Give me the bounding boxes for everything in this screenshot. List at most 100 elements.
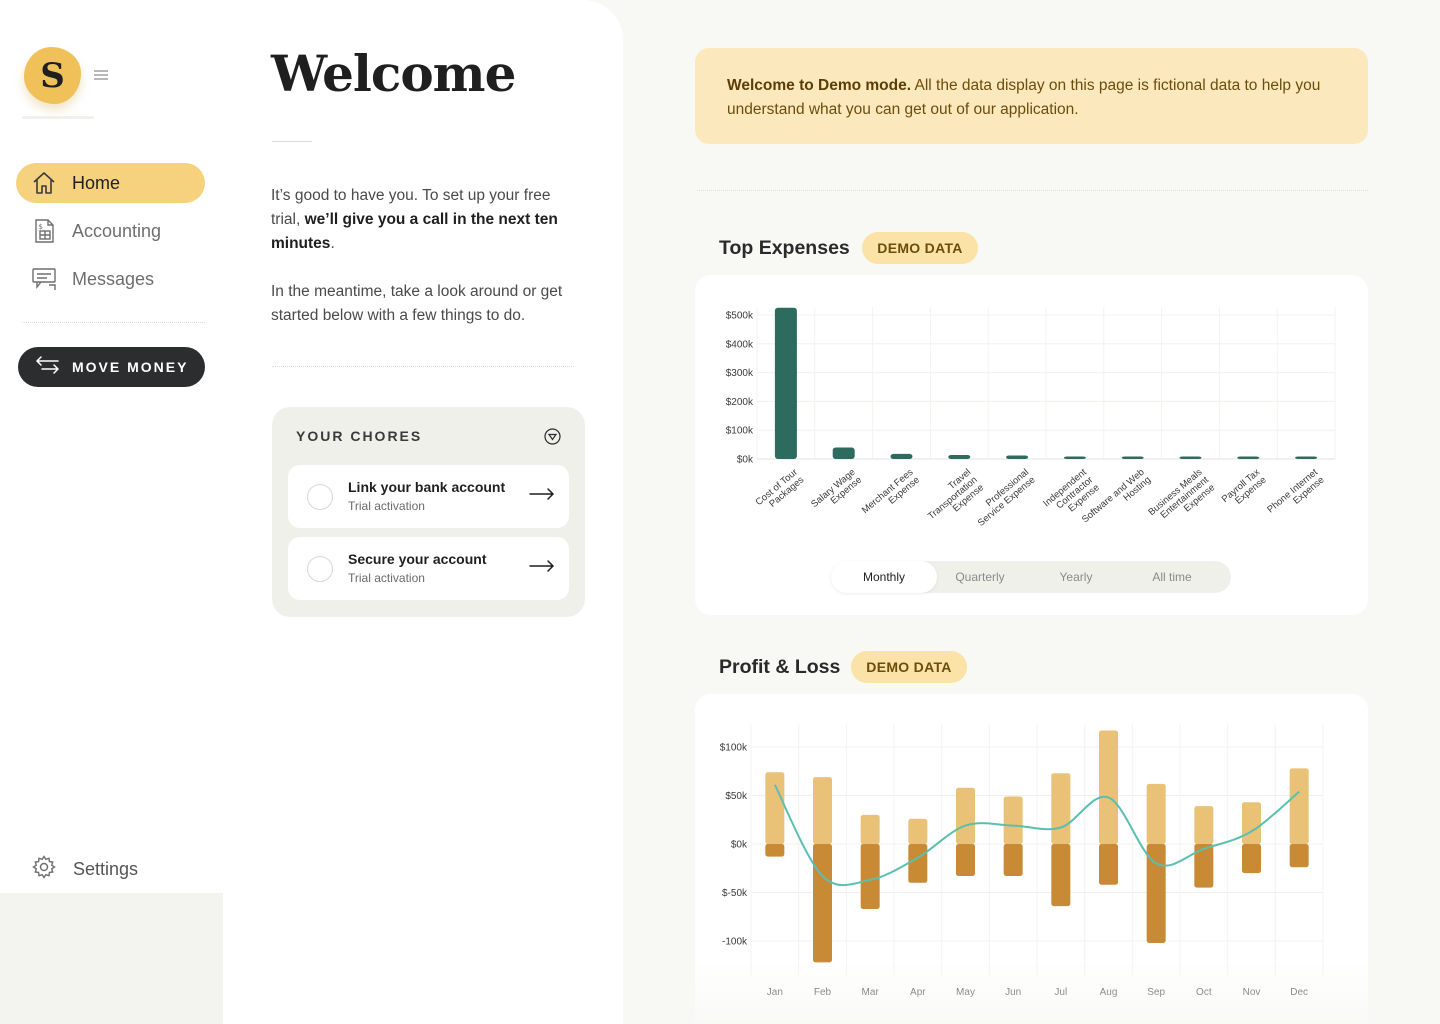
chore-link-bank[interactable]: Link your bank account Trial activation [288,465,569,528]
x-tick-label: Apr [910,987,926,998]
chore-checkbox[interactable] [307,556,333,582]
x-tick-label: Cost of TourPackages [754,467,807,516]
move-money-label: MOVE MONEY [72,359,189,375]
x-tick-label: Payroll TaxExpense [1220,467,1269,513]
gear-icon [32,855,56,884]
chores-title: YOUR CHORES [296,428,423,444]
income-bar [1242,802,1261,844]
income-bar [1099,730,1118,844]
x-tick-label: Jun [1005,987,1021,998]
chat-icon [31,266,57,292]
x-tick-label: Nov [1243,987,1261,998]
range-toggle: Monthly Quarterly Yearly All time [831,561,1231,593]
collapse-toggle-icon[interactable] [544,428,561,445]
intro-tail: . [330,235,335,252]
range-yearly[interactable]: Yearly [1023,561,1129,593]
x-tick-label: Software and WebHosting [1080,467,1153,533]
y-tick-label: $-50k [722,888,748,899]
chore-subtitle: Trial activation [348,571,425,585]
profit-loss-card: $100k $50k $0k $-50k -100k Jan Feb Mar Apr May Jun… [695,694,1368,1024]
chore-checkbox[interactable] [307,484,333,510]
expense-bar [1006,455,1029,459]
chore-title: Secure your account [348,551,487,567]
app-logo[interactable]: S [24,47,81,104]
intro-bold-text: we’ll give you a call in the next ten mi… [271,211,558,252]
welcome-panel: Welcome It’s good to have you. To set up… [223,0,623,1024]
arrow-right-icon [529,559,555,578]
y-tick-label: $400k [726,339,754,350]
home-icon [31,170,57,196]
sidebar-item-messages[interactable]: Messages [16,259,205,299]
sidebar-item-home[interactable]: Home [16,163,205,203]
expense-bar [948,454,971,459]
profit-loss-title: Profit & Loss [719,656,841,678]
income-bar [1051,773,1071,844]
expense-bar [1237,456,1260,459]
income-bar [860,814,880,844]
x-tick-label: Jul [1054,987,1067,998]
top-expenses-card: $0k $100k $200k $300k $400k $500k Cost of Tour… [695,275,1368,615]
chore-title: Link your bank account [348,479,506,495]
income-bar [765,772,785,844]
expense-bar [1099,844,1118,885]
transfer-arrows-icon [34,355,60,379]
y-tick-label: $500k [726,311,754,322]
svg-text:$: $ [39,223,43,231]
expense-bar [1194,844,1214,888]
x-tick-label: Aug [1100,987,1118,998]
expense-bar [774,307,797,459]
sidebar-item-accounting[interactable]: $ Accounting [16,211,205,251]
y-tick-label: $0k [737,455,754,466]
chore-secure-account[interactable]: Secure your account Trial activation [288,537,569,600]
move-money-button[interactable]: MOVE MONEY [18,347,205,387]
income-bar [1146,783,1166,844]
profit-loss-chart: $100k $50k $0k $-50k -100k Jan Feb Mar Apr May Jun… [720,724,1324,998]
range-all-time[interactable]: All time [1119,561,1225,593]
x-tick-label: Oct [1196,987,1212,998]
income-bar [956,787,975,844]
top-expenses-chart: $0k $100k $200k $300k $400k $500k Cost of Tour… [726,307,1336,534]
ledger-icon: $ [31,218,57,244]
title-rule [272,141,312,142]
y-tick-label: $50k [725,791,748,802]
banner-bold-text: Welcome to Demo mode. [727,77,912,94]
range-quarterly[interactable]: Quarterly [927,561,1033,593]
expense-bar [1242,844,1261,874]
x-tick-label: Jan [767,987,783,998]
expense-bar [860,844,880,909]
expense-bar [1051,844,1071,907]
x-tick-label: Business MealsEntertainmentExpense [1146,467,1217,534]
sidebar-item-label: Home [72,172,121,193]
settings-label: Settings [73,859,139,879]
y-tick-label: $100k [726,426,754,437]
income-bar [1194,806,1214,844]
nav-divider [22,322,205,323]
demo-mode-banner: Welcome to Demo mode. All the data displ… [695,48,1368,144]
panel-divider [272,366,574,367]
settings-link[interactable]: Settings [32,855,138,884]
expense-bar [1121,456,1144,459]
demo-data-badge: DEMO DATA [862,232,978,264]
x-tick-label: ProfessionalService Expense [969,467,1037,529]
expense-bar [1063,456,1086,459]
sidebar-item-label: Messages [72,268,155,289]
expense-bar [890,453,913,459]
menu-icon[interactable] [94,70,108,81]
x-tick-label: May [956,987,975,998]
expense-bar [832,447,855,459]
chores-card: YOUR CHORES Link your bank account Trial… [272,407,585,617]
top-expenses-title: Top Expenses [719,237,850,259]
right-divider [697,190,1368,191]
welcome-intro-2: In the meantime, take a look around or g… [271,283,563,324]
expense-bar [813,844,832,963]
expense-bar [956,844,975,877]
expense-bar [765,844,785,857]
welcome-intro: It’s good to have you. To set up your fr… [271,184,581,256]
y-tick-label: $0k [731,840,748,851]
income-bar [1289,768,1309,844]
income-bar [813,777,832,844]
x-tick-label: Sep [1147,987,1165,998]
range-monthly[interactable]: Monthly [831,561,937,593]
x-tick-label: Feb [814,987,832,998]
x-tick-label: Salary WageExpense [809,467,864,518]
